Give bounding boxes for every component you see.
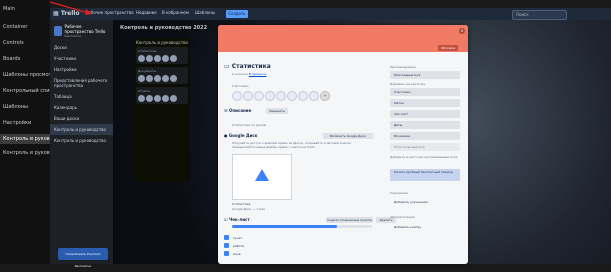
avatar[interactable]: [265, 91, 275, 101]
card-cover: × Обложка: [218, 25, 468, 52]
workspace-avatar: [54, 26, 62, 36]
upgrade-button[interactable]: Попробовать Premium бесплатно: [58, 248, 108, 268]
list-link[interactable]: В процессе: [249, 72, 267, 76]
menu-starred[interactable]: В избранном: [162, 10, 189, 15]
ws-item-table[interactable]: Таблица: [50, 91, 113, 102]
sidebar-item[interactable]: Main: [0, 4, 50, 14]
google-drive-heading: ● Google Диск: [224, 133, 258, 138]
ws-item-boards[interactable]: Доски: [50, 42, 113, 53]
arrow-annotation-icon: [49, 1, 93, 15]
sidebar-item[interactable]: Настройки: [0, 118, 50, 128]
workspace-subtitle: Бесплатно: [64, 34, 82, 38]
sidebar-item[interactable]: Сontainer: [0, 22, 50, 32]
custom-fields-text: Добавьте в карточки настраиваемые поля: [390, 155, 458, 159]
avatar[interactable]: [254, 91, 264, 101]
checklist-button[interactable]: Чек-лист: [390, 110, 460, 118]
sidebar-item[interactable]: Сontrols: [0, 38, 50, 48]
ws-item-board-active[interactable]: Контроль и руководство: [50, 124, 113, 135]
avatar[interactable]: [243, 91, 253, 101]
ws-item-your-boards: Ваши доски: [54, 116, 80, 121]
cover-button[interactable]: Обложка: [438, 45, 458, 51]
ws-item-views[interactable]: Представления рабочего пространства: [50, 75, 113, 91]
google-drive-enable-button[interactable]: Включить Google Диск: [323, 133, 373, 139]
top-bar: ▦ Trello Рабочие пространства Недавние В…: [50, 8, 611, 20]
checklist-progress: [232, 225, 372, 228]
participants-avatars: +: [232, 91, 330, 101]
attachment-thumbnail[interactable]: [232, 154, 292, 200]
sidebar-item[interactable]: Контрольный список: [0, 86, 50, 96]
add-button-button[interactable]: Добавить кнопку: [390, 223, 460, 231]
sidebar-item-active[interactable]: Контроль и руководство: [0, 134, 50, 144]
suggested-heading: Рекомендуемые: [390, 65, 416, 69]
premium-trial-button[interactable]: Начать пробный бесплатный период: [390, 169, 460, 181]
avatar[interactable]: [232, 91, 242, 101]
menu-recent[interactable]: Недавние: [136, 10, 157, 15]
ws-item-members[interactable]: Участники: [50, 53, 113, 64]
attachment-meta: Google Диск — 1 мин: [232, 207, 266, 211]
google-drive-icon: [255, 169, 269, 181]
card-list-info: в колонке В процессе: [232, 72, 267, 76]
checklist-item[interactable]: работа: [224, 243, 244, 248]
ws-item-board[interactable]: Контроль и руководство: [50, 135, 113, 146]
workspace-title: Рабочее пространство Trello: [64, 24, 106, 34]
powerups-heading: Улучшения: [390, 191, 408, 195]
avatar[interactable]: [309, 91, 319, 101]
close-icon[interactable]: ×: [459, 28, 465, 34]
add-participant-button[interactable]: +: [320, 91, 330, 101]
checkbox-checked-icon[interactable]: [224, 235, 229, 240]
add-powerups-button[interactable]: Добавить улучшения: [390, 198, 460, 206]
checklist-heading: ☑ Чек-лист: [224, 217, 250, 222]
attachment-button[interactable]: Вложение: [390, 132, 460, 140]
checkbox-checked-icon[interactable]: [224, 243, 229, 248]
card-title[interactable]: ▭ Статистика: [224, 63, 271, 70]
left-sidebar: Main Сontainer Сontrols Boards Шаблоны п…: [0, 0, 50, 264]
menu-templates[interactable]: Шаблоны: [195, 10, 215, 15]
participants-label: Участники: [232, 84, 249, 88]
sidebar-item[interactable]: Контроль и руководство: [0, 148, 50, 158]
checkbox-checked-icon[interactable]: [224, 251, 229, 256]
avatar[interactable]: [298, 91, 308, 101]
description-edit-button[interactable]: Изменить: [266, 108, 288, 114]
google-drive-text: Получайте доступ к файлам прямо из Диска…: [232, 141, 351, 149]
sidebar-item[interactable]: Шаблоны просмотра работ: [0, 70, 50, 80]
checklist-item[interactable]: иное: [224, 251, 241, 256]
add-to-card-heading: Добавить на карточку: [390, 82, 426, 86]
sidebar-item[interactable]: Boards: [0, 54, 50, 64]
avatar[interactable]: [276, 91, 286, 101]
custom-fields-button[interactable]: Поля пользователя: [390, 143, 460, 151]
ws-item-calendar[interactable]: Календарь: [50, 102, 113, 113]
search-input[interactable]: Поиск: [512, 10, 567, 20]
description-heading: ☰ Описание: [224, 108, 252, 113]
workspace-panel: Рабочее пространство Trello Бесплатно До…: [50, 20, 113, 268]
labels-button[interactable]: Метки: [390, 99, 460, 107]
sidebar-item[interactable]: Шаблоны: [0, 102, 50, 112]
automation-heading: Автоматизация: [390, 215, 415, 219]
checklist-progress-fill: [232, 225, 337, 228]
create-button[interactable]: Создать: [226, 10, 248, 18]
join-button[interactable]: Присоединиться: [390, 71, 460, 79]
description-text[interactable]: Статистика по делам: [232, 123, 266, 127]
avatar[interactable]: [287, 91, 297, 101]
card-icon: ▭: [224, 63, 232, 70]
members-button[interactable]: Участники: [390, 88, 460, 96]
card-modal: × Обложка ▭ Статистика в колонке В проце…: [218, 25, 468, 264]
checklist-hide-button[interactable]: Скрыть отмеченные пункты: [326, 217, 373, 223]
checklist-item[interactable]: пункт: [224, 235, 242, 240]
dates-button[interactable]: Даты: [390, 121, 460, 129]
ws-item-settings[interactable]: Настройки: [50, 64, 113, 75]
attachment-caption[interactable]: Статистика: [232, 202, 250, 206]
